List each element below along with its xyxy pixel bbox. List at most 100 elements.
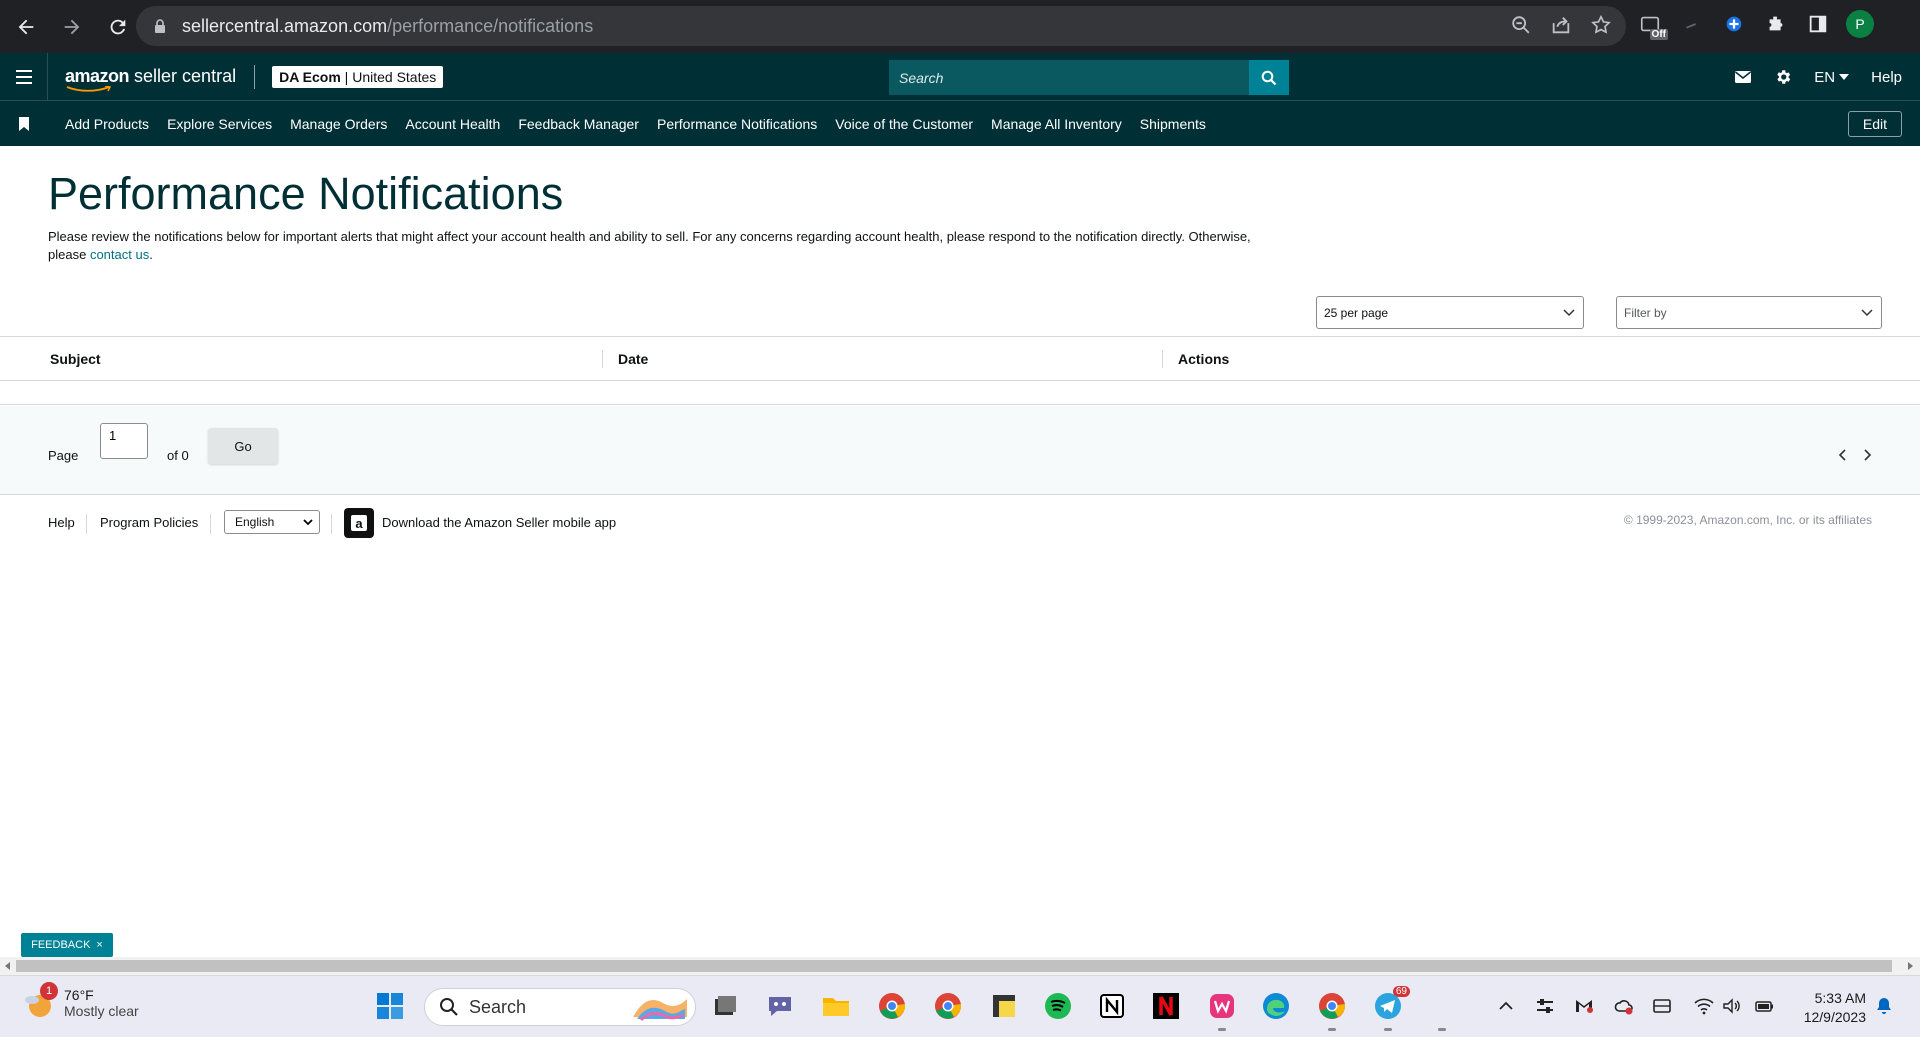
bookmark-manage-inventory[interactable]: Manage All Inventory xyxy=(991,116,1122,132)
bookmarks-bar: Add Products Explore Services Manage Ord… xyxy=(0,101,1920,146)
sticky-notes-icon xyxy=(993,995,1015,1017)
horizontal-scrollbar[interactable] xyxy=(0,957,1920,975)
extensions-button[interactable] xyxy=(1762,10,1790,38)
taskbar-teams[interactable] xyxy=(764,990,796,1022)
feedback-button[interactable]: FEEDBACK × xyxy=(21,933,113,957)
taskbar-notion[interactable] xyxy=(1096,990,1128,1022)
back-button[interactable] xyxy=(6,7,46,47)
caret-down-icon xyxy=(1839,74,1850,80)
weather-condition: Mostly clear xyxy=(64,1003,139,1019)
bookmark-add-products[interactable]: Add Products xyxy=(65,116,149,132)
taskbar-telegram[interactable]: 69 xyxy=(1372,986,1410,1022)
per-page-select[interactable]: 25 per page xyxy=(1316,296,1584,329)
bookmark-button[interactable] xyxy=(0,116,48,131)
tray-settings[interactable] xyxy=(1535,996,1557,1018)
language-selector[interactable]: EN xyxy=(1814,69,1850,86)
address-bar[interactable]: sellercentral.amazon.com/performance/not… xyxy=(136,6,1626,46)
scroll-left-icon[interactable] xyxy=(4,962,12,970)
column-divider xyxy=(602,350,603,368)
start-button[interactable] xyxy=(374,990,406,1022)
close-icon[interactable]: × xyxy=(96,939,102,951)
filter-select[interactable]: Filter by xyxy=(1616,296,1882,329)
bookmark-performance-notifications[interactable]: Performance Notifications xyxy=(657,116,817,132)
notion-icon xyxy=(1100,994,1124,1018)
tray-cloud[interactable] xyxy=(1614,996,1636,1018)
contact-us-link[interactable]: contact us xyxy=(90,247,149,262)
taskbar-netflix[interactable] xyxy=(1150,990,1182,1022)
seller-central-logo[interactable]: amazon seller central xyxy=(65,66,236,92)
reload-button[interactable] xyxy=(98,7,138,47)
edit-bookmarks-button[interactable]: Edit xyxy=(1847,111,1902,137)
bookmark-voice-of-customer[interactable]: Voice of the Customer xyxy=(835,116,973,132)
page-footer: Help Program Policies English a Download… xyxy=(0,496,1920,551)
profile-avatar[interactable]: P xyxy=(1846,10,1874,38)
taskbar-chrome-r[interactable] xyxy=(876,990,908,1022)
forward-button[interactable] xyxy=(52,7,92,47)
share-icon[interactable] xyxy=(1550,14,1572,36)
taskbar-sticky-notes[interactable] xyxy=(988,990,1020,1022)
running-indicator xyxy=(1384,1028,1392,1031)
tray-gmail[interactable] xyxy=(1574,996,1596,1018)
account-switcher[interactable]: DA Ecom | United States xyxy=(272,65,444,88)
tray-volume[interactable] xyxy=(1722,996,1744,1018)
footer-program-policies-link[interactable]: Program Policies xyxy=(100,515,198,530)
taskbar-edge[interactable] xyxy=(1260,990,1292,1022)
footer-divider xyxy=(331,514,332,534)
column-subject[interactable]: Subject xyxy=(50,351,101,367)
bookmark-explore-services[interactable]: Explore Services xyxy=(167,116,272,132)
taskbar-file-explorer[interactable] xyxy=(820,990,852,1022)
bookmark-account-health[interactable]: Account Health xyxy=(405,116,500,132)
footer-help-link[interactable]: Help xyxy=(48,515,75,530)
arrow-left-icon xyxy=(18,19,34,34)
bookmark-star-icon[interactable] xyxy=(1590,14,1612,36)
taskbar-spotify[interactable] xyxy=(1042,990,1074,1022)
bookmark-shipments[interactable]: Shipments xyxy=(1140,116,1206,132)
windows-taskbar: 1 76°F Mostly clear Search 69 5:33 AM 12… xyxy=(0,975,1920,1037)
scroll-right-icon[interactable] xyxy=(1906,962,1914,970)
tray-overflow[interactable] xyxy=(1496,996,1518,1018)
display-icon xyxy=(1653,999,1671,1013)
extension-off-button[interactable]: Off xyxy=(1636,10,1668,40)
search-button[interactable] xyxy=(1249,60,1289,95)
taskbar-wps[interactable] xyxy=(1206,990,1238,1022)
chevron-right-icon[interactable] xyxy=(1860,448,1874,462)
bookmark-manage-orders[interactable]: Manage Orders xyxy=(290,116,387,132)
taskbar-search[interactable]: Search xyxy=(424,988,696,1026)
page-label: Page xyxy=(48,448,79,463)
mail-icon[interactable] xyxy=(1734,68,1752,86)
speaker-icon xyxy=(1723,998,1740,1014)
tray-battery[interactable] xyxy=(1754,996,1776,1018)
taskbar-chrome-2[interactable] xyxy=(932,990,964,1022)
bookmark-feedback-manager[interactable]: Feedback Manager xyxy=(518,116,639,132)
notifications-button[interactable] xyxy=(1874,996,1896,1018)
weather-badge: 1 xyxy=(40,982,58,1000)
seller-app-icon[interactable]: a xyxy=(344,508,374,538)
gear-icon[interactable] xyxy=(1774,68,1792,86)
taskbar-chrome-p[interactable] xyxy=(1316,990,1348,1022)
tray-display[interactable] xyxy=(1652,996,1674,1018)
extension-puzzle-blue-button[interactable] xyxy=(1720,10,1748,38)
footer-language-select[interactable]: English xyxy=(224,510,320,534)
side-panel-button[interactable] xyxy=(1804,10,1832,38)
page-number-input[interactable] xyxy=(100,423,148,459)
tray-wifi[interactable] xyxy=(1694,996,1716,1018)
zoom-out-icon[interactable] xyxy=(1510,14,1532,36)
system-clock[interactable]: 5:33 AM 12/9/2023 xyxy=(1804,989,1866,1027)
sliders-icon xyxy=(1537,999,1553,1013)
go-button[interactable]: Go xyxy=(208,428,278,464)
chevron-left-icon[interactable] xyxy=(1836,448,1850,462)
extension-arrow-button[interactable] xyxy=(1678,10,1706,38)
scrollbar-thumb[interactable] xyxy=(16,960,1892,972)
column-date[interactable]: Date xyxy=(618,351,648,367)
help-link[interactable]: Help xyxy=(1871,69,1902,86)
menu-button[interactable] xyxy=(0,52,48,101)
pagination: Page of 0 Go xyxy=(0,406,1920,495)
search-input[interactable] xyxy=(889,60,1249,95)
spotify-icon xyxy=(1045,993,1071,1019)
search-highlight-art-icon xyxy=(633,999,687,1021)
taskbar-task-view[interactable] xyxy=(708,990,740,1022)
weather-widget[interactable]: 1 76°F Mostly clear xyxy=(22,982,139,1020)
download-app-link[interactable]: Download the Amazon Seller mobile app xyxy=(382,515,616,530)
copyright-text: © 1999-2023, Amazon.com, Inc. or its aff… xyxy=(1623,513,1872,527)
amazon-smile-icon xyxy=(66,86,112,92)
